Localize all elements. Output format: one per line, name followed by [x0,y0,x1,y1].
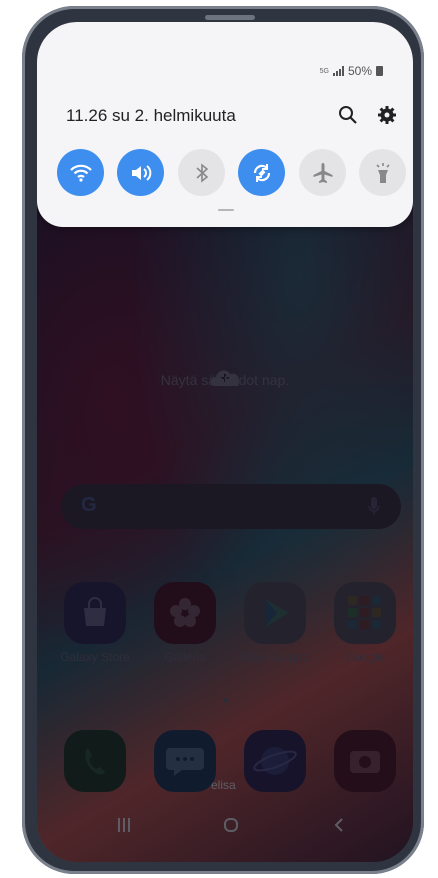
panel-drag-handle[interactable] [218,209,234,211]
page-indicator [223,698,228,703]
shopping-bag-icon [84,597,106,626]
toggle-flashlight[interactable] [359,149,406,196]
date-time[interactable]: 11.26 su 2. helmikuuta [66,106,236,126]
airplane-icon [313,162,332,183]
google-search-bar[interactable]: G [61,484,401,529]
toggle-wifi[interactable] [57,149,104,196]
battery-percent: 50% [347,64,372,78]
rotate-icon [253,163,270,182]
toggle-airplane-mode[interactable] [299,149,346,196]
search-icon[interactable] [338,105,358,125]
bluetooth-icon [195,162,208,183]
recents-icon [118,818,130,832]
flashlight-icon [375,162,390,183]
camera-app[interactable] [334,730,396,792]
screen: Näytä säätiedot nap. G Galaxy Store Gall… [37,22,413,862]
weather-prompt[interactable]: Näytä säätiedot nap. [37,372,413,388]
flower-icon [170,598,200,627]
status-bar: 5G 50% [320,64,383,78]
nav-back-button[interactable] [333,817,345,838]
app-label-google: Google [345,650,385,664]
toggle-auto-rotate[interactable] [238,149,285,196]
app-label-gallery: Galleria [164,650,206,664]
network-type: 5G [319,67,329,75]
home-circle-icon [224,818,238,832]
speaker-icon [131,164,151,181]
google-logo: G [81,494,97,516]
app-label-galaxy-store: Galaxy Store [60,650,130,664]
play-triangle-icon [265,599,289,627]
nav-home-button[interactable] [223,817,239,838]
camera-icon [350,751,380,773]
chat-bubble-icon [166,748,204,776]
mic-icon[interactable] [367,495,381,517]
galaxy-store-app[interactable] [64,582,126,644]
play-store-app[interactable] [244,582,306,644]
toggle-sound[interactable] [117,149,164,196]
gear-icon[interactable] [377,105,397,125]
carrier-label: elisa [211,778,236,792]
phone-app[interactable] [64,730,126,792]
google-folder-app[interactable] [334,582,396,644]
toggle-bluetooth[interactable] [178,149,225,196]
speaker-grille [205,15,255,20]
internet-app[interactable] [244,730,306,792]
back-chevron-icon [334,818,343,832]
planet-icon [253,747,297,775]
gallery-app[interactable] [154,582,216,644]
signal-icon [332,66,344,76]
messages-app[interactable] [154,730,216,792]
app-label-play-store: Play Kauppa [240,650,310,664]
nav-recents-button[interactable] [117,817,131,838]
phone-handset-icon [85,748,105,775]
battery-icon [376,66,383,76]
google-folder-icon [348,596,381,629]
quick-panel: 5G 50% 11.26 su 2. helmikuuta [37,22,413,227]
wifi-icon [69,164,92,182]
